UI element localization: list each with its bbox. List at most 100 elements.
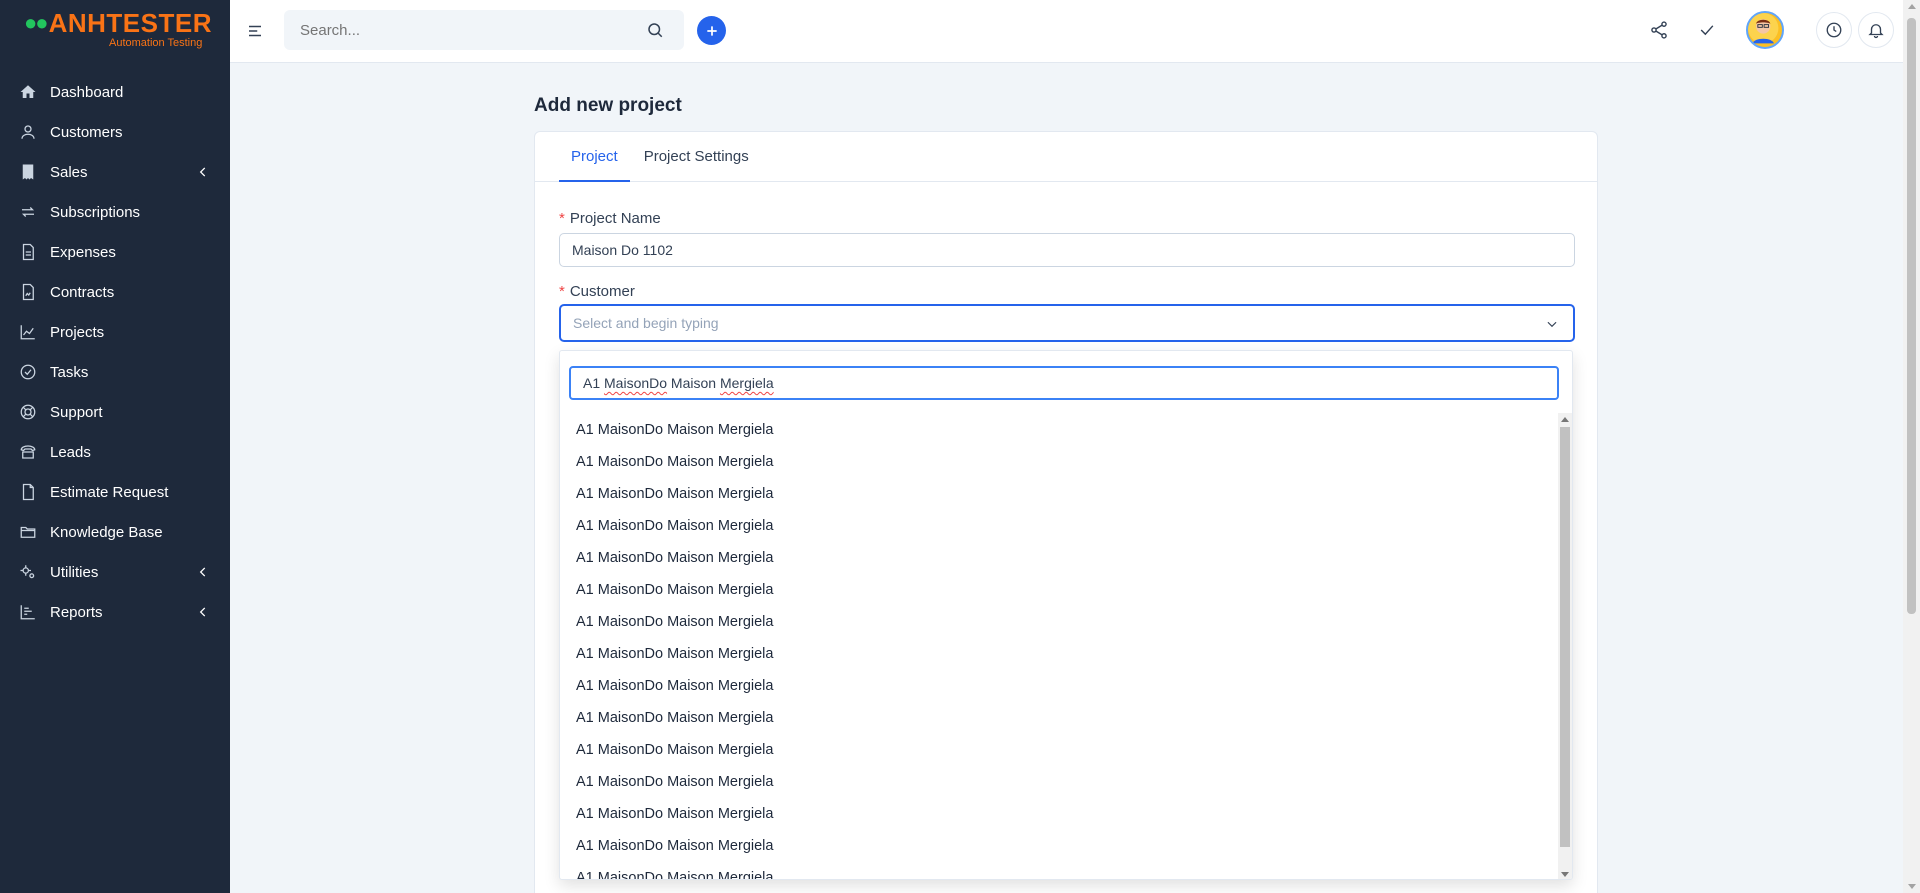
dropdown-option[interactable]: A1 MaisonDo Maison Mergiela: [560, 478, 1557, 510]
lifebuoy-icon: [18, 402, 38, 422]
sidebar-item-tasks[interactable]: Tasks: [0, 352, 230, 392]
phone-icon: [18, 442, 38, 462]
sidebar-item-label: Leads: [50, 443, 91, 461]
dropdown-option[interactable]: A1 MaisonDo Maison Mergiela: [560, 510, 1557, 542]
sidebar-item-label: Estimate Request: [50, 483, 169, 501]
dropdown-option[interactable]: A1 MaisonDo Maison Mergiela: [560, 862, 1557, 879]
customer-select-placeholder: Select and begin typing: [573, 315, 719, 331]
avatar[interactable]: [1746, 11, 1784, 49]
sidebar-item-label: Reports: [50, 603, 103, 621]
dropdown-option[interactable]: A1 MaisonDo Maison Mergiela: [560, 414, 1557, 446]
dropdown-option[interactable]: A1 MaisonDo Maison Mergiela: [560, 542, 1557, 574]
dropdown-option[interactable]: A1 MaisonDo Maison Mergiela: [560, 798, 1557, 830]
dropdown-option[interactable]: A1 MaisonDo Maison Mergiela: [560, 670, 1557, 702]
glasses-icon: ●●: [24, 10, 49, 35]
search-box: [284, 10, 684, 50]
scroll-up-arrow-icon[interactable]: [1908, 4, 1916, 9]
sidebar-item-estimate-request[interactable]: Estimate Request: [0, 472, 230, 512]
cogs-icon: [18, 562, 38, 582]
search-text-word1: MaisonDo: [604, 375, 668, 391]
dropdown-search-input[interactable]: A1 MaisonDo Maison Mergiela: [569, 366, 1559, 400]
scroll-down-arrow-icon[interactable]: [1561, 872, 1569, 877]
menu-icon[interactable]: [246, 22, 264, 40]
dropdown-scrollbar-thumb[interactable]: [1560, 427, 1570, 847]
brand-logo[interactable]: ●● ANHTESTER Automation Testing: [0, 0, 230, 62]
home-icon: [18, 82, 38, 102]
add-button[interactable]: [697, 16, 726, 45]
sidebar-item-label: Support: [50, 403, 103, 421]
project-name-input[interactable]: Maison Do 1102: [559, 233, 1575, 267]
dropdown-option[interactable]: A1 MaisonDo Maison Mergiela: [560, 446, 1557, 478]
customer-label-text: Customer: [569, 283, 635, 300]
project-name-label: * Project Name: [559, 210, 661, 227]
sidebar-item-sales[interactable]: Sales: [0, 152, 230, 192]
search-text-mid: Maison: [667, 375, 720, 391]
customer-select[interactable]: Select and begin typing: [559, 304, 1575, 342]
dropdown-option[interactable]: A1 MaisonDo Maison Mergiela: [560, 638, 1557, 670]
sidebar-item-dashboard[interactable]: Dashboard: [0, 72, 230, 112]
user-icon: [18, 122, 38, 142]
sidebar-item-subscriptions[interactable]: Subscriptions: [0, 192, 230, 232]
project-name-label-text: Project Name: [569, 210, 661, 227]
sidebar-item-leads[interactable]: Leads: [0, 432, 230, 472]
sidebar-item-label: Utilities: [50, 563, 99, 581]
dropdown-scrollbar[interactable]: [1558, 413, 1572, 879]
share-icon[interactable]: [1647, 18, 1671, 42]
sidebar-item-contracts[interactable]: Contracts: [0, 272, 230, 312]
avatar-face-icon: [1748, 13, 1779, 44]
scroll-down-arrow-icon[interactable]: [1908, 884, 1916, 889]
search-text-word2: Mergiela: [719, 375, 774, 391]
customer-label: * Customer: [559, 283, 635, 300]
dropdown-option[interactable]: A1 MaisonDo Maison Mergiela: [560, 766, 1557, 798]
tab-project[interactable]: Project: [559, 132, 630, 182]
sidebar-item-utilities[interactable]: Utilities: [0, 552, 230, 592]
sidebar-item-knowledge-base[interactable]: Knowledge Base: [0, 512, 230, 552]
scroll-up-arrow-icon[interactable]: [1561, 417, 1569, 422]
file-text-icon: [18, 242, 38, 262]
receipt-icon: [18, 162, 38, 182]
search-text-prefix: A1: [583, 375, 605, 391]
chevron-left-icon: [196, 605, 210, 619]
tab-project-settings[interactable]: Project Settings: [632, 132, 761, 182]
check-icon[interactable]: [1695, 18, 1719, 42]
search-input[interactable]: [284, 10, 684, 50]
search-icon[interactable]: [646, 21, 664, 39]
page-scrollbar[interactable]: [1903, 0, 1920, 893]
dropdown-option[interactable]: A1 MaisonDo Maison Mergiela: [560, 734, 1557, 766]
dropdown-option[interactable]: A1 MaisonDo Maison Mergiela: [560, 830, 1557, 862]
sidebar-item-label: Knowledge Base: [50, 523, 163, 541]
dropdown-option[interactable]: A1 MaisonDo Maison Mergiela: [560, 702, 1557, 734]
sidebar-item-label: Subscriptions: [50, 203, 141, 221]
brand-tagline: Automation Testing: [109, 37, 203, 49]
notifications-button[interactable]: [1858, 12, 1894, 48]
folder-icon: [18, 522, 38, 542]
sidebar-item-support[interactable]: Support: [0, 392, 230, 432]
dropdown-option[interactable]: A1 MaisonDo Maison Mergiela: [560, 574, 1557, 606]
brand-name: ANHTESTER: [48, 8, 212, 38]
sidebar: ●● ANHTESTER Automation Testing Dashboard…: [0, 0, 230, 893]
chevron-left-icon: [196, 565, 210, 579]
sidebar-nav: Dashboard Customers Sales Subscriptions …: [0, 72, 230, 632]
clock-button[interactable]: [1816, 12, 1852, 48]
chevron-down-icon: [1545, 317, 1559, 331]
sidebar-item-label: Customers: [50, 123, 123, 141]
sidebar-item-customers[interactable]: Customers: [0, 112, 230, 152]
scrollbar-thumb[interactable]: [1907, 18, 1916, 614]
sidebar-item-expenses[interactable]: Expenses: [0, 232, 230, 272]
customer-dropdown: A1 MaisonDo Maison Mergiela A1 MaisonDo …: [559, 350, 1573, 880]
chevron-left-icon: [196, 165, 210, 179]
dropdown-option[interactable]: A1 MaisonDo Maison Mergiela: [560, 606, 1557, 638]
sidebar-item-label: Contracts: [50, 283, 115, 301]
required-mark: *: [559, 283, 565, 300]
sidebar-item-reports[interactable]: Reports: [0, 592, 230, 632]
tab-bar: Project Project Settings: [535, 132, 1597, 182]
sidebar-item-label: Tasks: [50, 363, 89, 381]
chart-icon: [18, 322, 38, 342]
sidebar-item-label: Projects: [50, 323, 105, 341]
check-circle-icon: [18, 362, 38, 382]
sidebar-item-projects[interactable]: Projects: [0, 312, 230, 352]
sidebar-item-label: Sales: [50, 163, 88, 181]
clock-icon: [1826, 22, 1842, 38]
repeat-icon: [18, 202, 38, 222]
top-header: [230, 0, 1903, 63]
